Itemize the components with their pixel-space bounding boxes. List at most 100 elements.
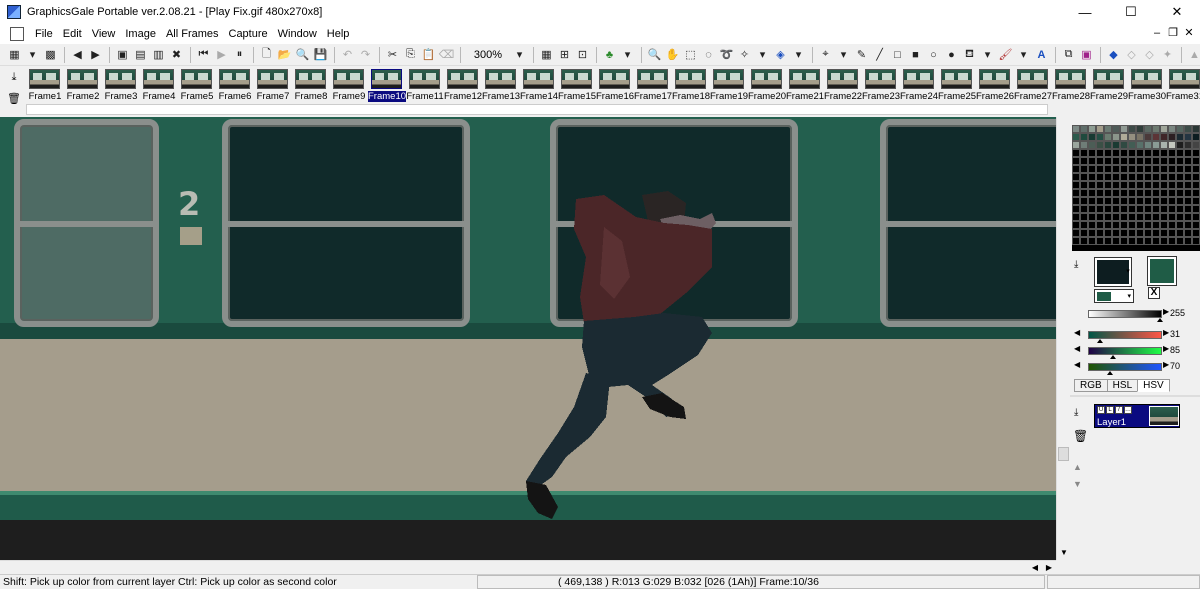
frame-item[interactable]: Frame3 (102, 68, 140, 102)
frame-item[interactable]: Frame16 (596, 68, 634, 102)
palette-cell[interactable] (1120, 141, 1128, 149)
palette-cell[interactable] (1160, 229, 1168, 237)
palette-cell[interactable] (1184, 165, 1192, 173)
preview-icon[interactable]: 🔍 (294, 46, 311, 63)
frame-item[interactable]: Frame30 (1128, 68, 1166, 102)
menu-help[interactable]: Help (322, 28, 355, 40)
primary-color-dropdown-icon[interactable]: ▾ (1122, 257, 1134, 287)
frames-icon[interactable]: ▤ (132, 46, 149, 63)
green-slider-thumb[interactable] (1110, 355, 1116, 359)
palette-cell[interactable] (1136, 133, 1144, 141)
palette-cell[interactable] (1088, 181, 1096, 189)
palette-cell[interactable] (1136, 237, 1144, 245)
red-slider-bar[interactable] (1088, 331, 1162, 339)
prev-frame-icon[interactable]: ◀ (69, 46, 86, 63)
palette-cell[interactable] (1080, 149, 1088, 157)
palette-cell[interactable] (1128, 213, 1136, 221)
palette-cell[interactable] (1152, 237, 1160, 245)
palette-cell[interactable] (1080, 221, 1088, 229)
palette-cell[interactable] (1104, 189, 1112, 197)
pause-icon[interactable]: ⏸ (231, 46, 248, 63)
palette-cell[interactable] (1144, 181, 1152, 189)
fill-icon[interactable]: ⛾ (961, 46, 978, 63)
scroll-right-arrow-icon[interactable]: ▶ (1042, 561, 1056, 575)
palette-cell[interactable] (1072, 173, 1080, 181)
palette-cell[interactable] (1144, 133, 1152, 141)
delete-icon[interactable]: ⌫ (438, 46, 455, 63)
foreground-color-swatch[interactable] (1147, 256, 1177, 286)
frame-item[interactable]: Frame6 (216, 68, 254, 102)
palette-cell[interactable] (1168, 125, 1176, 133)
palette-cell[interactable] (1152, 141, 1160, 149)
menu-edit[interactable]: Edit (58, 28, 87, 40)
mdi-minimize-button[interactable]: – (1150, 26, 1164, 40)
palette-cell[interactable] (1088, 133, 1096, 141)
ellipse-icon[interactable]: ○ (925, 46, 942, 63)
palette-cell[interactable] (1072, 157, 1080, 165)
palette-cell[interactable] (1160, 237, 1168, 245)
palette-cell[interactable] (1176, 141, 1184, 149)
mdi-restore-button[interactable]: ❐ (1166, 26, 1180, 40)
palette-cell[interactable] (1176, 157, 1184, 165)
palette-cell[interactable] (1176, 237, 1184, 245)
palette-cell[interactable] (1128, 189, 1136, 197)
red-slider[interactable]: ◀ ▶ 31 (1074, 328, 1200, 343)
palette-cell[interactable] (1112, 165, 1120, 173)
palette-cell[interactable] (1192, 149, 1200, 157)
scroll-down-arrow-icon[interactable]: ▼ (1057, 546, 1071, 560)
palette-cell[interactable] (1120, 229, 1128, 237)
palette-cell[interactable] (1096, 157, 1104, 165)
palette-cell[interactable] (1176, 197, 1184, 205)
frame-item[interactable]: Frame19 (710, 68, 748, 102)
palette-cell[interactable] (1136, 221, 1144, 229)
palette-cell[interactable] (1128, 229, 1136, 237)
frame-item[interactable]: Frame18 (672, 68, 710, 102)
palette-cell[interactable] (1176, 149, 1184, 157)
palette-cell[interactable] (1096, 197, 1104, 205)
palette-cell[interactable] (1072, 237, 1080, 245)
palette-cell[interactable] (1104, 237, 1112, 245)
slider-right-arrow-icon[interactable]: ▶ (1163, 344, 1169, 353)
palette-cell[interactable] (1080, 125, 1088, 133)
slider-left-arrow-icon[interactable]: ◀ (1074, 328, 1080, 337)
palette-cell[interactable] (1104, 141, 1112, 149)
palette-cell[interactable] (1080, 133, 1088, 141)
palette-cell[interactable] (1152, 125, 1160, 133)
blue-slider[interactable]: ◀ ▶ 70 (1074, 360, 1200, 375)
palette-cell[interactable] (1144, 149, 1152, 157)
palette-cell[interactable] (1144, 237, 1152, 245)
palette-cell[interactable] (1120, 181, 1128, 189)
layer-edit-icon[interactable]: / (1115, 406, 1123, 414)
frame-item[interactable]: Frame20 (748, 68, 786, 102)
alpha-slider[interactable]: ◀ ▶ 255 (1074, 307, 1200, 322)
frame-item[interactable]: Frame24 (900, 68, 938, 102)
palette-cell[interactable] (1160, 181, 1168, 189)
canvas[interactable]: 2 (0, 117, 1056, 560)
palette-cell[interactable] (1192, 133, 1200, 141)
palette-cell[interactable] (1168, 189, 1176, 197)
palette-cell[interactable] (1152, 229, 1160, 237)
palette-cell[interactable] (1104, 229, 1112, 237)
palette-cell[interactable] (1096, 165, 1104, 173)
maximize-button[interactable]: ☐ (1108, 0, 1154, 24)
brush-dropdown-icon[interactable]: ▾ (1015, 46, 1032, 63)
palette-cell[interactable] (1136, 149, 1144, 157)
palette-cell[interactable] (1192, 237, 1200, 245)
frame-grid-icon[interactable]: ▩ (42, 46, 59, 63)
palette-cell[interactable] (1088, 205, 1096, 213)
palette-cell[interactable] (1184, 229, 1192, 237)
trash-layer-icon[interactable]: 🗑 (1073, 429, 1088, 443)
palette-cell[interactable] (1160, 141, 1168, 149)
filled-ellipse-icon[interactable]: ● (943, 46, 960, 63)
palette-cell[interactable] (1080, 165, 1088, 173)
stamp-mix-icon[interactable]: ✦ (1159, 46, 1176, 63)
palette-cell[interactable] (1120, 237, 1128, 245)
palette-cell[interactable] (1176, 133, 1184, 141)
frame-strip-scrollbar[interactable] (26, 104, 1048, 115)
palette-cell[interactable] (1168, 165, 1176, 173)
blue-slider-thumb[interactable] (1107, 371, 1113, 375)
palette-cell[interactable] (1120, 125, 1128, 133)
palette-cell[interactable] (1136, 181, 1144, 189)
menu-view[interactable]: View (87, 28, 121, 40)
palette-cell[interactable] (1088, 221, 1096, 229)
